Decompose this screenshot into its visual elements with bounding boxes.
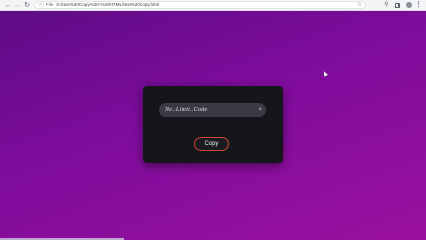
file-scheme-label: File — [46, 1, 54, 7]
back-arrow-icon[interactable]: ← — [4, 0, 12, 10]
browser-menu-icon[interactable]: ⋮ — [414, 0, 423, 10]
copy-card: × Copy — [143, 86, 283, 163]
browser-window: ← → ↻ ⓘ File D:/text%20Copy%20-%20HTML/t… — [0, 0, 426, 240]
forward-arrow-icon[interactable]: → — [13, 0, 21, 10]
browser-toolbar: ← → ↻ ⓘ File D:/text%20Copy%20-%20HTML/t… — [0, 0, 426, 11]
mouse-pointer-icon — [322, 70, 328, 77]
clear-icon[interactable]: × — [258, 103, 262, 117]
address-bar[interactable]: ⓘ File D:/text%20Copy%20-%20HTML/text%20… — [34, 1, 366, 9]
bookmark-star-icon[interactable]: ☆ — [357, 2, 362, 8]
copy-button[interactable]: Copy — [194, 137, 229, 151]
profile-avatar-icon[interactable] — [404, 0, 413, 10]
reload-icon[interactable]: ↻ — [23, 0, 31, 10]
copy-text-input[interactable] — [165, 103, 253, 117]
info-icon[interactable]: ⓘ — [38, 2, 44, 8]
text-field-container: × — [159, 103, 266, 117]
page-background: × Copy — [0, 11, 426, 240]
url-text[interactable]: D:/text%20Copy%20-%20HTML/text%20copy.ht… — [56, 2, 159, 8]
split-view-icon[interactable] — [393, 0, 402, 10]
extensions-icon[interactable]: ⚲ — [382, 0, 391, 10]
